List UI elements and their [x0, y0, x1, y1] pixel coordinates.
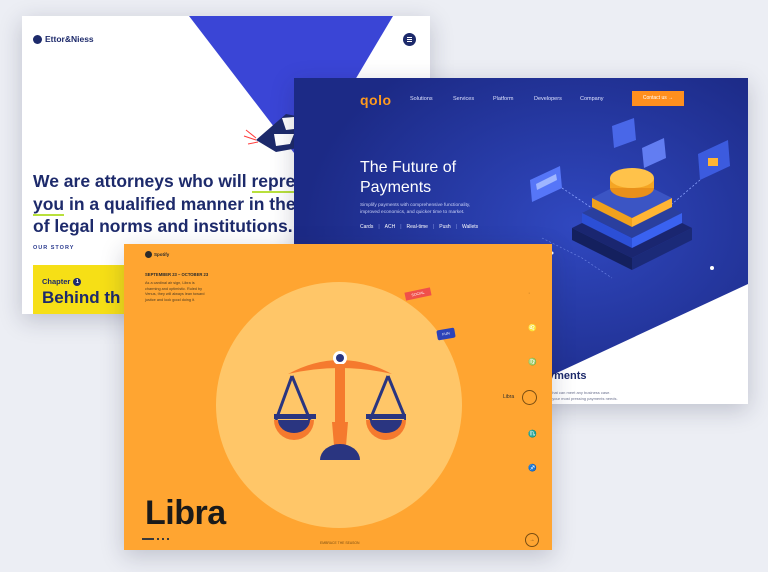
ettor-logo-text: Ettor&Niess	[45, 34, 94, 44]
link-real-time[interactable]: Real-time	[407, 224, 428, 230]
headline-highlight-2: you	[33, 193, 65, 216]
side-libra-selected-icon[interactable]	[522, 390, 537, 405]
hero-title-line1: The Future of	[360, 159, 457, 176]
hero-title-line2: Payments	[360, 179, 432, 196]
side-zodiac-icon-2[interactable]: ♍	[528, 358, 537, 366]
blurb-line4: justice and look good doing it.	[145, 297, 196, 302]
side-zodiac-icon-4[interactable]: ♐	[528, 464, 537, 472]
headline-line1: We are attorneys who will	[33, 171, 252, 191]
chapter-number-badge: 1	[73, 277, 82, 286]
pager-indicator[interactable]	[142, 538, 169, 540]
qolo-hero-title: The Future of Payments	[360, 158, 456, 198]
nav-solutions[interactable]: Solutions	[410, 96, 433, 102]
libra-dates: SEPTEMBER 23 – OCTOBER 23	[145, 272, 209, 277]
payments-section-text: s that can meet any business case. ip yo…	[548, 390, 688, 402]
link-cards[interactable]: Cards	[360, 224, 373, 230]
ettor-logo[interactable]: Ettor&Niess	[33, 34, 94, 44]
scales-icon	[274, 351, 406, 460]
our-story-link[interactable]: OUR STORY	[33, 245, 74, 251]
link-ach[interactable]: ACH	[385, 224, 396, 230]
qolo-hero-description: Simplify payments with comprehensive fun…	[360, 202, 510, 216]
next-arrow-button[interactable]: →	[525, 533, 539, 547]
menu-button[interactable]	[403, 33, 416, 46]
contact-us-button[interactable]: Contact us →	[632, 91, 684, 106]
chapter-text: Chapter	[42, 277, 71, 286]
side-zodiac-icon-3[interactable]: ♏	[528, 430, 537, 438]
libra-footer-text: EMBRACE THE SEASON	[320, 541, 360, 545]
nav-company[interactable]: Company	[580, 96, 604, 102]
chapter-title: Behind th	[42, 288, 121, 307]
payment-type-links: Cards | ACH | Real-time | Push | Wallets	[360, 224, 479, 230]
side-libra-label[interactable]: Libra	[503, 394, 514, 400]
side-dot-icon[interactable]: ·	[528, 290, 530, 297]
spotify-icon	[145, 251, 152, 258]
libra-title: Libra	[145, 494, 226, 532]
chapter-label: Chapter 1	[42, 277, 82, 286]
spotify-logo-text: Spotify	[154, 252, 170, 257]
libra-description: As a cardinal air sign, Libra is charmin…	[145, 281, 213, 303]
qolo-logo[interactable]: qolo	[360, 92, 392, 108]
desc-line1: Simplify payments with comprehensive fun…	[360, 203, 471, 208]
nav-developers[interactable]: Developers	[534, 96, 562, 102]
chapter-card[interactable]: Chapter 1 Behind th	[33, 265, 133, 314]
blurb-line3: Venus, they will always lean toward	[145, 292, 205, 296]
payments-section-heading: yments	[548, 370, 587, 382]
fun-tag[interactable]: FUN	[436, 327, 456, 341]
link-wallets[interactable]: Wallets	[462, 224, 478, 230]
isometric-payments-illustration	[530, 118, 730, 279]
side-zodiac-icon-1[interactable]: ♌	[528, 324, 537, 332]
spotify-logo[interactable]: Spotify	[145, 251, 169, 258]
payments-text-line2: ip your most pressing payments needs.	[548, 396, 618, 401]
desc-line2: improved economics, and quicker time to …	[360, 210, 465, 215]
libra-card: Spotify SEPTEMBER 23 – OCTOBER 23 As a c…	[124, 244, 552, 550]
link-push[interactable]: Push	[439, 224, 450, 230]
ettor-logo-icon	[33, 34, 42, 44]
nav-services[interactable]: Services	[453, 96, 474, 102]
nav-platform[interactable]: Platform	[493, 96, 513, 102]
headline-line2: in a qualified manner in the wo	[64, 193, 325, 214]
social-tag[interactable]: SOCIAL	[404, 287, 432, 301]
